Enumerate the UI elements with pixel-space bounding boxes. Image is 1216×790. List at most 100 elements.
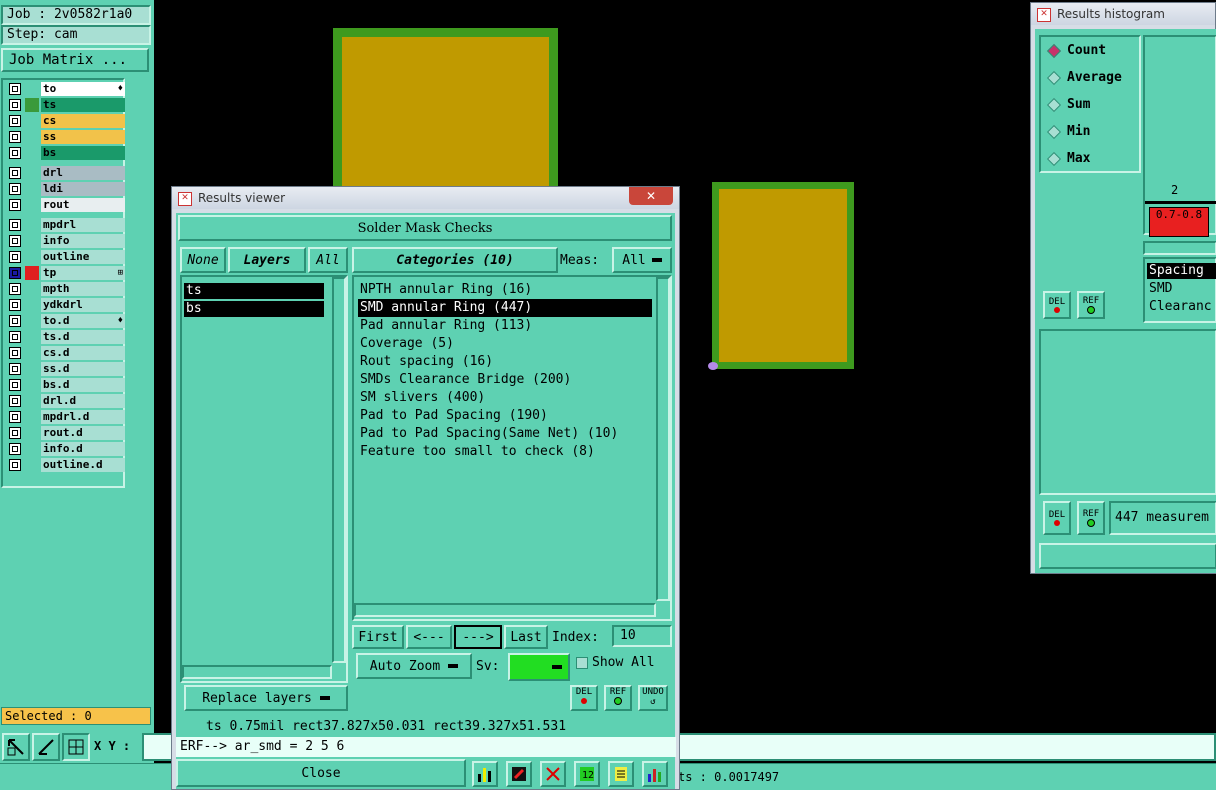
layer-name[interactable]: drl.d bbox=[41, 394, 125, 408]
category-item[interactable]: SMD annular Ring (447) bbox=[358, 299, 652, 317]
layer-color-swatch[interactable] bbox=[25, 362, 39, 376]
ab-tool-button[interactable]: 12 bbox=[574, 761, 600, 787]
layer-color-swatch[interactable] bbox=[25, 410, 39, 424]
histogram-del-button[interactable]: DEL bbox=[1043, 291, 1071, 319]
layer-checkbox[interactable] bbox=[9, 331, 21, 343]
layer-row-mpdrl[interactable]: mpdrl bbox=[7, 218, 125, 232]
layer-row-outline[interactable]: outline bbox=[7, 250, 125, 264]
layer-checkbox[interactable] bbox=[9, 427, 21, 439]
stat-option-max[interactable]: Max bbox=[1046, 149, 1090, 169]
layer-color-swatch[interactable] bbox=[25, 426, 39, 440]
layer-row-bs[interactable]: bs bbox=[7, 146, 125, 160]
layer-name[interactable]: ss bbox=[41, 130, 125, 144]
next-button[interactable]: ---> bbox=[454, 625, 502, 649]
none-button[interactable]: None bbox=[180, 247, 226, 273]
close-window-button[interactable]: ✕ bbox=[629, 187, 673, 205]
layer-checkbox[interactable] bbox=[9, 83, 21, 95]
histogram-bar[interactable]: 0.7-0.8 bbox=[1149, 207, 1209, 237]
stat-option-average[interactable]: Average bbox=[1046, 68, 1122, 88]
category-item[interactable]: SMDs Clearance Bridge (200) bbox=[358, 371, 652, 389]
results-viewer-titlebar[interactable]: ✕ Results viewer ✕ bbox=[172, 187, 679, 209]
histogram-list-item-spacing[interactable]: Spacing bbox=[1147, 263, 1216, 279]
histogram-hscrollbar[interactable] bbox=[1143, 241, 1216, 255]
layer-row-bs-d[interactable]: bs.d bbox=[7, 378, 125, 392]
layer-checkbox[interactable] bbox=[9, 199, 21, 211]
index-input[interactable]: 10 bbox=[612, 625, 672, 647]
category-item[interactable]: NPTH annular Ring (16) bbox=[358, 281, 652, 299]
layer-row-to-d[interactable]: to.d ♦ bbox=[7, 314, 125, 328]
layer-name[interactable]: cs bbox=[41, 114, 125, 128]
replace-layers-dropdown[interactable]: Replace layers bbox=[184, 685, 348, 711]
histogram-ref-button-2[interactable]: REF bbox=[1077, 501, 1105, 535]
histogram-tool-button[interactable] bbox=[472, 761, 498, 787]
layer-row-ts[interactable]: ts bbox=[7, 98, 125, 112]
chart-tool-button[interactable] bbox=[642, 761, 668, 787]
layer-color-swatch[interactable] bbox=[25, 458, 39, 472]
layer-color-swatch[interactable] bbox=[25, 330, 39, 344]
layer-color-swatch[interactable] bbox=[25, 234, 39, 248]
layer-color-swatch[interactable] bbox=[25, 98, 39, 112]
ref-tool-button[interactable] bbox=[540, 761, 566, 787]
histogram-list-item-smd[interactable]: SMD bbox=[1147, 281, 1172, 296]
layer-row-mpth[interactable]: mpth bbox=[7, 282, 125, 296]
last-button[interactable]: Last bbox=[504, 625, 548, 649]
layer-checkbox[interactable] bbox=[9, 395, 21, 407]
layer-row-drl[interactable]: drl bbox=[7, 166, 125, 180]
layer-color-swatch[interactable] bbox=[25, 442, 39, 456]
tool-button-3[interactable] bbox=[62, 733, 90, 761]
layer-color-swatch[interactable] bbox=[25, 146, 39, 160]
histogram-titlebar[interactable]: ✕ Results histogram bbox=[1031, 3, 1215, 25]
layer-row-info-d[interactable]: info.d bbox=[7, 442, 125, 456]
layer-checkbox[interactable] bbox=[9, 235, 21, 247]
layer-name[interactable]: ldi bbox=[41, 182, 125, 196]
ref-button[interactable]: REF bbox=[604, 685, 632, 711]
tool-button-2[interactable] bbox=[32, 733, 60, 761]
categories-button[interactable]: Categories (10) bbox=[352, 247, 558, 273]
layer-row-mpdrl-d[interactable]: mpdrl.d bbox=[7, 410, 125, 424]
layer-color-swatch[interactable] bbox=[25, 166, 39, 180]
layer-checkbox[interactable] bbox=[9, 315, 21, 327]
layer-row-rout-d[interactable]: rout.d bbox=[7, 426, 125, 440]
layer-name[interactable]: ydkdrl bbox=[41, 298, 125, 312]
layer-name[interactable]: to.d bbox=[41, 314, 125, 328]
category-item[interactable]: Rout spacing (16) bbox=[358, 353, 652, 371]
layer-name[interactable]: mpth bbox=[41, 282, 125, 296]
layer-row-ydkdrl[interactable]: ydkdrl bbox=[7, 298, 125, 312]
layer-name[interactable]: info bbox=[41, 234, 125, 248]
layer-color-swatch[interactable] bbox=[25, 298, 39, 312]
all-button[interactable]: All bbox=[308, 247, 348, 273]
layer-name[interactable]: drl bbox=[41, 166, 125, 180]
layer-checkbox[interactable] bbox=[9, 379, 21, 391]
auto-zoom-dropdown[interactable]: Auto Zoom bbox=[356, 653, 472, 679]
layer-checkbox[interactable] bbox=[9, 167, 21, 179]
layer-color-swatch[interactable] bbox=[25, 182, 39, 196]
histogram-ref-button[interactable]: REF bbox=[1077, 291, 1105, 319]
layer-name[interactable]: bs.d bbox=[41, 378, 125, 392]
layer-item-ts[interactable]: ts bbox=[184, 283, 324, 299]
layer-name[interactable]: tp bbox=[41, 266, 125, 280]
category-item[interactable]: Feature too small to check (8) bbox=[358, 443, 652, 461]
layer-color-swatch[interactable] bbox=[25, 314, 39, 328]
layer-color-swatch[interactable] bbox=[25, 130, 39, 144]
layer-checkbox[interactable] bbox=[9, 459, 21, 471]
layer-name[interactable]: bs bbox=[41, 146, 125, 160]
layer-row-ts-d[interactable]: ts.d bbox=[7, 330, 125, 344]
close-button[interactable]: Close bbox=[176, 759, 466, 787]
job-matrix-button[interactable]: Job Matrix ... bbox=[1, 48, 149, 72]
show-all-checkbox[interactable] bbox=[576, 657, 588, 669]
report-tool-button[interactable] bbox=[608, 761, 634, 787]
layer-row-tp[interactable]: tp ⊞ bbox=[7, 266, 125, 280]
layer-checkbox[interactable] bbox=[9, 147, 21, 159]
layer-checkbox[interactable] bbox=[9, 363, 21, 375]
tool-button-1[interactable] bbox=[2, 733, 30, 761]
stat-option-min[interactable]: Min bbox=[1046, 122, 1090, 142]
category-item[interactable]: Pad to Pad Spacing(Same Net) (10) bbox=[358, 425, 652, 443]
layer-item-bs[interactable]: bs bbox=[184, 301, 324, 317]
layer-name[interactable]: cs.d bbox=[41, 346, 125, 360]
del-button[interactable]: DEL bbox=[570, 685, 598, 711]
layer-name[interactable]: outline bbox=[41, 250, 125, 264]
layer-color-swatch[interactable] bbox=[25, 346, 39, 360]
layer-checkbox[interactable] bbox=[9, 115, 21, 127]
categories-hscrollbar[interactable] bbox=[354, 603, 656, 617]
stat-option-count[interactable]: Count bbox=[1046, 41, 1106, 61]
